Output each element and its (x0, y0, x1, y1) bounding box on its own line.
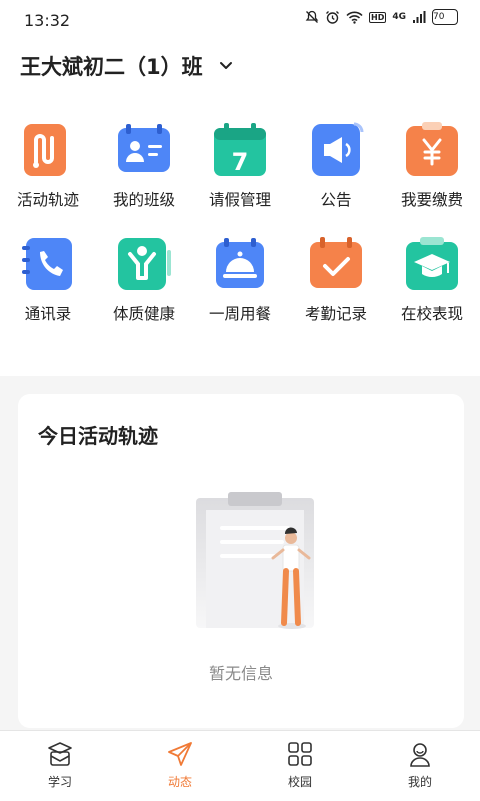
menu-item-payment[interactable]: 我要缴费 (384, 118, 480, 210)
menu-item-label: 通讯录 (24, 305, 72, 323)
phone-book-icon (22, 238, 72, 290)
battery-icon: 70 (432, 9, 458, 25)
status-time: 13:32 (24, 11, 71, 30)
network-type: 4G (392, 12, 406, 22)
menu-item-weekly-meals[interactable]: 一周用餐 (192, 232, 288, 324)
card-title: 今日活动轨迹 (38, 424, 158, 448)
status-icons: HD 4G 70 (305, 9, 458, 25)
menu-item-label: 我要缴费 (400, 191, 463, 209)
menu-item-label: 一周用餐 (208, 305, 271, 323)
menu-item-leave-management[interactable]: 7 请假管理 (192, 118, 288, 210)
study-icon (48, 742, 72, 766)
activity-track-icon (24, 124, 66, 176)
mute-icon (305, 10, 319, 24)
tab-label: 学习 (47, 775, 72, 789)
graduation-cap-icon (406, 237, 458, 290)
activity-track-card: 今日活动轨迹 暂无信息 (18, 394, 464, 728)
svg-text:7: 7 (232, 148, 249, 176)
alarm-icon (325, 10, 340, 25)
header: 王大斌初二（1）班 (0, 40, 480, 90)
menu-item-attendance[interactable]: 考勤记录 (288, 232, 384, 324)
paper-plane-icon (168, 742, 192, 766)
menu-item-label: 公告 (320, 191, 352, 209)
meal-cloche-icon (216, 238, 264, 288)
tab-dynamics[interactable]: 动态 (120, 731, 240, 801)
menu-item-label: 我的班级 (112, 191, 175, 209)
yen-payment-icon (406, 122, 458, 176)
menu-item-contacts[interactable]: 通讯录 (0, 232, 96, 324)
wifi-icon (346, 11, 363, 24)
class-card-icon (118, 124, 170, 172)
tab-label: 我的 (407, 775, 432, 789)
hd-badge: HD (369, 11, 387, 23)
class-selector-label[interactable]: 王大斌初二（1）班 (20, 51, 203, 81)
menu-item-label: 考勤记录 (304, 305, 367, 323)
chevron-down-icon[interactable] (218, 57, 234, 73)
function-menu: 活动轨迹 我的班级 7 请假管理 公告 我要缴费 通讯录 体质健康 一周用餐 考… (0, 90, 480, 376)
menu-item-label: 活动轨迹 (16, 191, 79, 209)
menu-item-activity-track[interactable]: 活动轨迹 (0, 118, 96, 210)
empty-state-illustration (196, 492, 314, 629)
fitness-person-icon (118, 238, 171, 290)
campus-grid-icon (288, 742, 312, 766)
tab-mine[interactable]: 我的 (360, 731, 480, 801)
profile-icon (410, 743, 430, 767)
bottom-tab-bar: 学习 动态 校园 我的 (0, 730, 480, 801)
attendance-check-icon (310, 237, 362, 288)
menu-item-label: 在校表现 (400, 305, 463, 323)
calendar-7-icon: 7 (214, 123, 266, 176)
menu-item-physical-health[interactable]: 体质健康 (96, 232, 192, 324)
menu-item-announcement[interactable]: 公告 (288, 118, 384, 210)
menu-item-my-class[interactable]: 我的班级 (96, 118, 192, 210)
megaphone-icon (312, 122, 364, 176)
status-bar: 13:32 HD 4G 70 (0, 0, 480, 40)
signal-icon (412, 10, 426, 24)
empty-state-text: 暂无信息 (208, 664, 273, 683)
menu-item-label: 体质健康 (112, 305, 175, 323)
tab-label: 动态 (167, 775, 192, 789)
tab-campus[interactable]: 校园 (240, 731, 360, 801)
menu-item-school-performance[interactable]: 在校表现 (384, 232, 480, 324)
menu-item-label: 请假管理 (208, 191, 271, 209)
tab-study[interactable]: 学习 (0, 731, 120, 801)
tab-label: 校园 (287, 775, 312, 789)
